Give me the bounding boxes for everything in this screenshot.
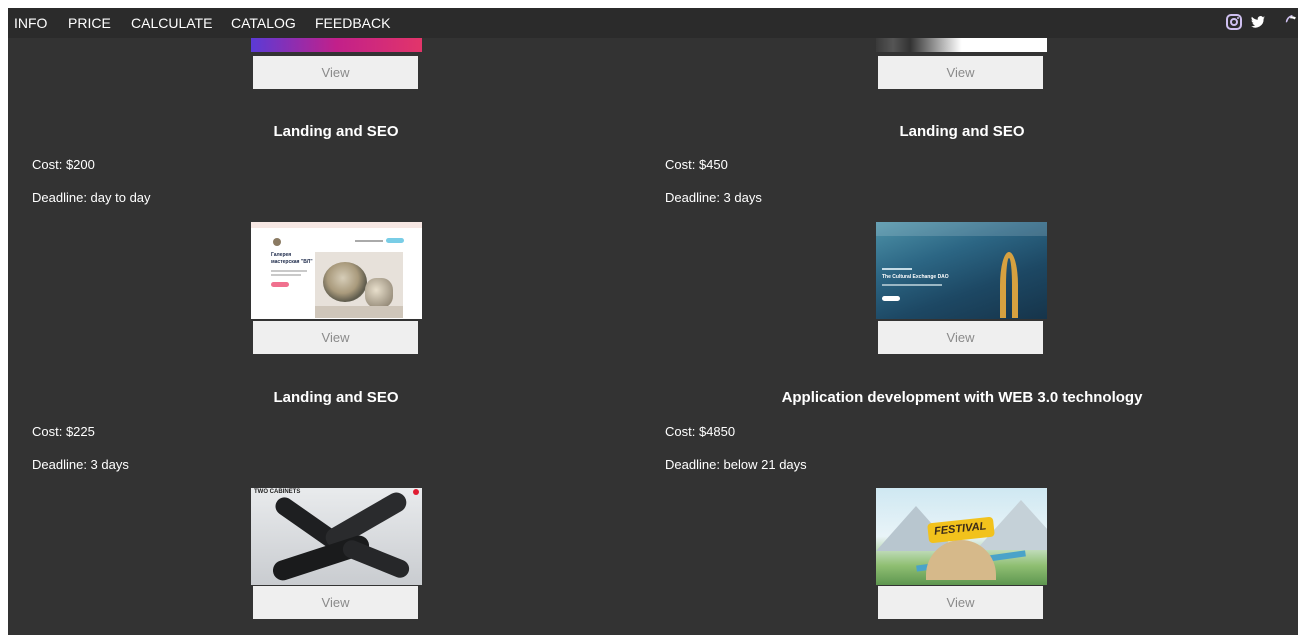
phone-icon[interactable] bbox=[1282, 14, 1298, 30]
card-cost: Cost: $225 bbox=[32, 424, 95, 439]
card-thumbnail: TWO CABINETS bbox=[251, 488, 422, 585]
instagram-icon[interactable] bbox=[1226, 14, 1242, 30]
view-button[interactable]: View bbox=[878, 56, 1043, 89]
ceramics-photo bbox=[315, 252, 403, 318]
view-button[interactable]: View bbox=[878, 321, 1043, 354]
view-button[interactable]: View bbox=[878, 586, 1043, 619]
gold-ribbon bbox=[1000, 252, 1018, 318]
nav-feedback[interactable]: FEEDBACK bbox=[315, 15, 390, 31]
nav-price[interactable]: PRICE bbox=[68, 15, 111, 31]
nav-info[interactable]: INFO bbox=[14, 15, 47, 31]
page: View View Landing and SEO Cost: $200 Dea… bbox=[8, 8, 1298, 635]
card-top-right-image bbox=[876, 38, 1047, 52]
card-thumbnail: The Cultural Exchange DAO bbox=[876, 222, 1047, 319]
card-thumbnail: FESTIVAL bbox=[876, 488, 1047, 585]
brand-wordmark: TWO CABINETS bbox=[254, 489, 301, 495]
top-nav: INFO PRICE CALCULATE CATALOG FEEDBACK bbox=[8, 8, 1298, 38]
card-title: Landing and SEO bbox=[899, 123, 1025, 140]
view-button[interactable]: View bbox=[253, 321, 418, 354]
card-deadline: Deadline: 3 days bbox=[665, 190, 762, 205]
logo-icon bbox=[273, 238, 281, 246]
card-cost: Cost: $4850 bbox=[665, 424, 736, 439]
card-deadline: Deadline: below 21 days bbox=[665, 457, 807, 472]
card-cost: Cost: $200 bbox=[32, 157, 95, 172]
card-cost: Cost: $450 bbox=[665, 157, 728, 172]
exchange-heading: The Cultural Exchange DAO bbox=[882, 274, 949, 280]
card-thumbnail: Галерея мастерская "ВЛ" bbox=[251, 222, 422, 319]
card-title: Landing and SEO bbox=[273, 389, 399, 406]
view-button[interactable]: View bbox=[253, 56, 418, 89]
shop-heading: Галерея мастерская "ВЛ" bbox=[271, 252, 313, 265]
card-deadline: Deadline: day to day bbox=[32, 190, 151, 205]
card-deadline: Deadline: 3 days bbox=[32, 457, 129, 472]
twitter-icon[interactable] bbox=[1250, 14, 1266, 30]
nav-calculate[interactable]: CALCULATE bbox=[131, 15, 212, 31]
card-title: Application development with WEB 3.0 tec… bbox=[781, 389, 1143, 406]
card-title: Landing and SEO bbox=[273, 123, 399, 140]
view-button[interactable]: View bbox=[253, 586, 418, 619]
nav-catalog[interactable]: CATALOG bbox=[231, 15, 296, 31]
card-top-left-image bbox=[251, 38, 422, 52]
